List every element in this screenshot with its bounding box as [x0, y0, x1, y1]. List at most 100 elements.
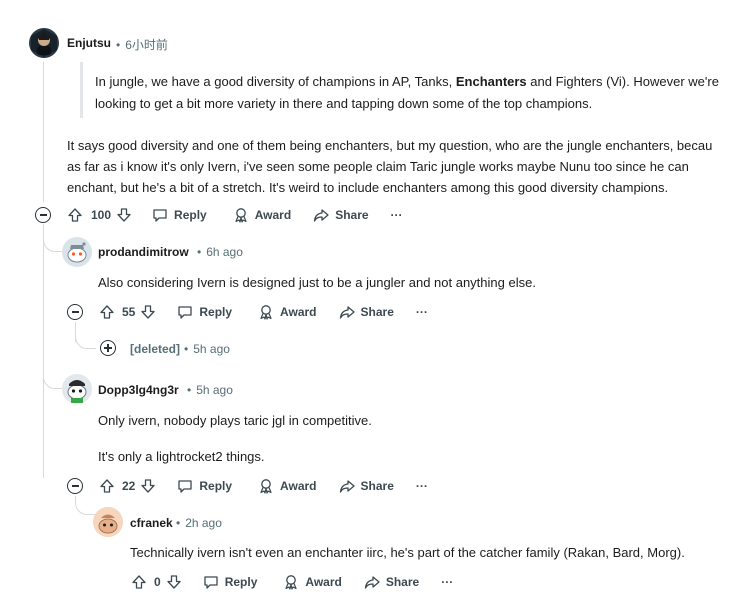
downvote-button[interactable] — [166, 574, 182, 590]
deleted-comment[interactable]: [deleted] • 5h ago — [130, 342, 230, 356]
snoo-avatar-icon — [62, 374, 92, 404]
avatar[interactable] — [93, 507, 123, 537]
comment-body-line: Only ivern, nobody plays taric jgl in co… — [98, 413, 372, 428]
reply-icon — [153, 209, 167, 222]
downvote-icon — [141, 479, 156, 493]
award-icon — [260, 305, 272, 320]
award-button[interactable]: Award — [258, 478, 317, 494]
reply-button[interactable]: Reply — [152, 207, 207, 223]
award-icon — [260, 479, 272, 494]
post-timestamp: • 6小时前 — [116, 38, 168, 52]
more-options-icon: ··· — [415, 479, 428, 493]
share-icon — [339, 480, 355, 493]
award-icon — [285, 575, 297, 590]
snoo-avatar-icon — [62, 237, 92, 267]
award-label: Award — [280, 305, 317, 319]
more-options-button[interactable]: ··· — [441, 575, 453, 589]
upvote-button[interactable] — [67, 207, 83, 223]
downvote-icon — [141, 305, 156, 319]
share-icon — [314, 209, 329, 222]
downvote-icon — [117, 208, 131, 222]
action-row: 0 Reply Award Share ··· — [131, 572, 453, 592]
vote-count: 100 — [91, 208, 112, 222]
thread-line-main — [43, 62, 44, 202]
award-button[interactable]: Award — [283, 574, 342, 590]
award-icon — [235, 208, 247, 223]
deleted-label: [deleted] — [130, 342, 181, 356]
avatar[interactable] — [29, 28, 59, 58]
award-label: Award — [305, 575, 342, 589]
upvote-button[interactable] — [131, 574, 147, 590]
reply-label: Reply — [224, 575, 258, 589]
award-button[interactable]: Award — [258, 304, 317, 320]
thread-branch — [75, 330, 96, 349]
share-label: Share — [360, 305, 394, 319]
reply-button[interactable]: Reply — [203, 574, 258, 590]
expand-thread-button[interactable] — [100, 340, 116, 356]
comment-timestamp: • 6h ago — [197, 245, 243, 259]
collapse-thread-button[interactable] — [67, 304, 83, 320]
upvote-icon — [68, 208, 82, 222]
award-label: Award — [280, 479, 317, 493]
author-name[interactable]: prodandimitrow — [98, 245, 189, 259]
thread-branch — [43, 370, 64, 389]
vote-count: 55 — [122, 305, 136, 319]
reply-button[interactable]: Reply — [177, 304, 232, 320]
author-name[interactable]: cfranek — [130, 516, 173, 530]
action-row: 100 Reply Award Share ··· — [67, 205, 403, 225]
snoo-avatar-icon — [93, 507, 123, 537]
upvote-icon — [132, 575, 146, 589]
share-button[interactable]: Share — [339, 304, 394, 320]
share-button[interactable]: Share — [339, 478, 394, 494]
downvote-button[interactable] — [140, 304, 156, 320]
comment-body: Also considering Ivern is designed just … — [98, 275, 536, 290]
share-button[interactable]: Share — [364, 574, 419, 590]
author-name[interactable]: Enjutsu — [67, 36, 111, 50]
reply-icon — [178, 306, 193, 319]
action-row: 22 Reply Award Share ··· — [99, 476, 428, 496]
downvote-button[interactable] — [116, 207, 132, 223]
share-button[interactable]: Share — [313, 207, 369, 223]
collapse-thread-button[interactable] — [67, 478, 83, 494]
reply-button[interactable]: Reply — [177, 478, 232, 494]
comment-body: Technically ivern isn't even an enchante… — [130, 545, 685, 560]
more-options-button[interactable]: ··· — [416, 479, 428, 493]
upvote-button[interactable] — [99, 478, 115, 494]
more-options-icon: ··· — [441, 575, 454, 589]
thread-branch — [75, 496, 96, 515]
upvote-icon — [100, 479, 114, 493]
more-options-icon: ··· — [415, 305, 428, 319]
reply-label: Reply — [199, 305, 233, 319]
downvote-icon — [167, 575, 181, 589]
more-options-icon: ··· — [390, 208, 403, 222]
action-row: 55 Reply Award Share ··· — [99, 302, 428, 322]
author-name[interactable]: Dopp3lg4ng3r — [98, 383, 179, 397]
comment-body-line: It's only a lightrocket2 things. — [98, 449, 265, 464]
award-label: Award — [254, 208, 292, 222]
thread-line-level1 — [43, 224, 44, 478]
upvote-button[interactable] — [99, 304, 115, 320]
award-button[interactable]: Award — [233, 207, 291, 223]
reply-icon — [178, 480, 193, 493]
comment-body-line: enchant, but he's a bit of a stretch. It… — [67, 180, 669, 195]
quote-line-1: In jungle, we have a good diversity of c… — [95, 74, 719, 89]
more-options-button[interactable]: ··· — [416, 305, 428, 319]
avatar[interactable] — [62, 374, 92, 404]
more-options-button[interactable]: ··· — [391, 208, 403, 222]
share-label: Share — [335, 208, 369, 222]
share-icon — [339, 306, 355, 319]
avatar[interactable] — [62, 237, 92, 267]
enjutsu-avatar-icon — [31, 29, 57, 57]
collapse-thread-button[interactable] — [35, 207, 51, 223]
comment-timestamp: • 2h ago — [176, 516, 222, 530]
reply-label: Reply — [199, 479, 233, 493]
downvote-button[interactable] — [140, 478, 156, 494]
share-icon — [364, 576, 380, 589]
share-label: Share — [360, 479, 394, 493]
timestamp-text: 6小时前 — [125, 38, 168, 52]
reply-icon — [204, 576, 218, 589]
deleted-timestamp: 5h ago — [193, 342, 230, 356]
reply-label: Reply — [174, 208, 207, 222]
comment-body-line: It says good diversity and one of them b… — [67, 138, 713, 153]
quote-line-2: looking to get a bit more variety in the… — [95, 96, 593, 111]
